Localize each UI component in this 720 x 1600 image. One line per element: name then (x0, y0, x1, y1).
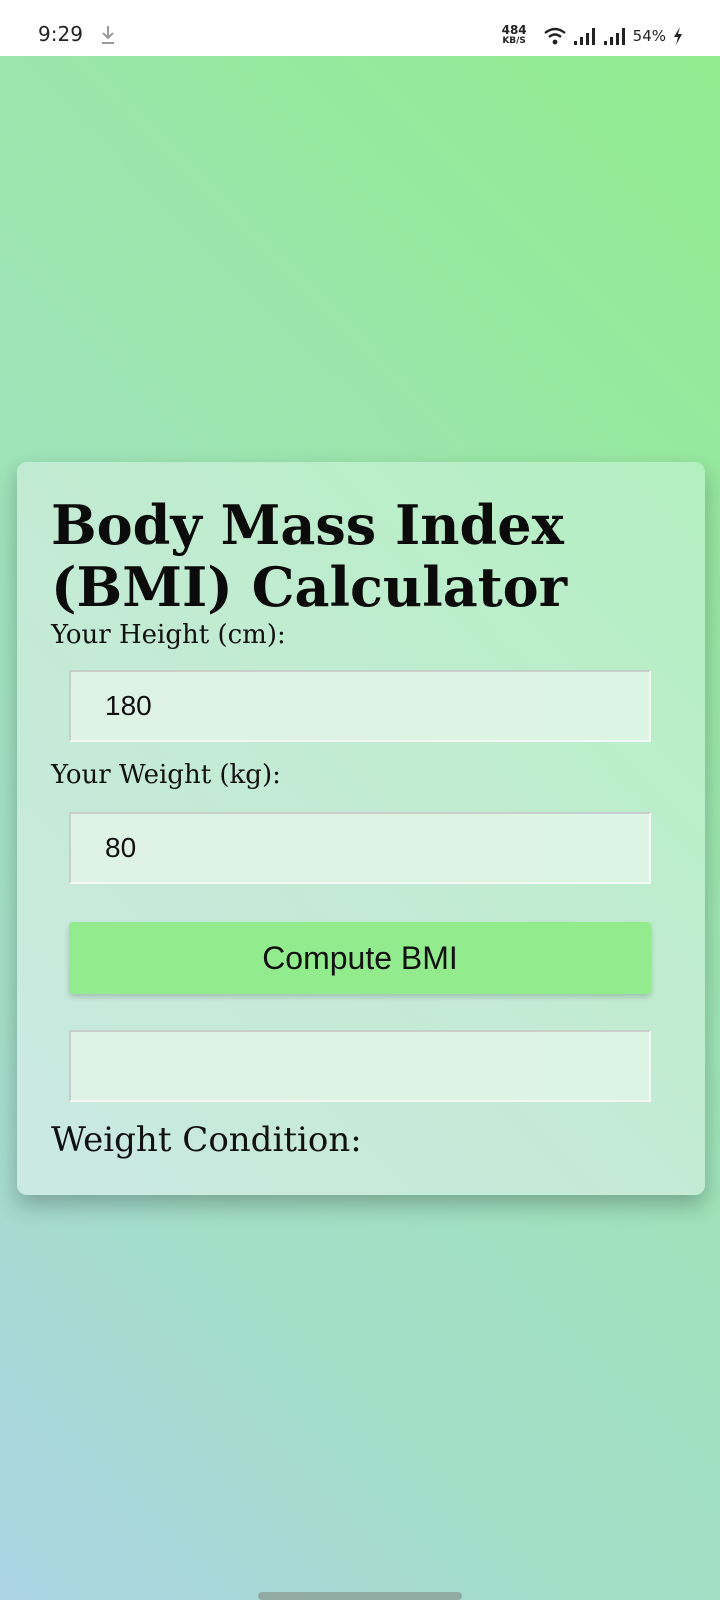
charging-icon (674, 27, 682, 45)
status-icons: 484 KB/S 54% (502, 22, 684, 50)
battery-level: 54% (632, 27, 666, 45)
height-input[interactable] (69, 670, 651, 742)
wifi-icon (543, 27, 566, 45)
status-time: 9:29 (38, 22, 83, 46)
weight-label: Your Weight (kg): (51, 760, 281, 790)
home-indicator[interactable] (258, 1592, 462, 1600)
network-speed: 484 KB/S (501, 23, 527, 47)
bmi-calculator-card: Body Mass Index (BMI) Calculator Your He… (17, 462, 705, 1195)
compute-bmi-button[interactable]: Compute BMI (69, 922, 651, 994)
status-bar: 9:29 484 KB/S 54% (0, 0, 720, 56)
weight-condition-label: Weight Condition: (51, 1120, 362, 1160)
network-speed-unit: KB/S (502, 36, 526, 46)
height-label: Your Height (cm): (51, 620, 286, 650)
bmi-result-field[interactable] (69, 1030, 651, 1102)
page-title: Body Mass Index (BMI) Calculator (51, 493, 568, 619)
signal-icon (573, 28, 595, 45)
network-speed-value: 484 (501, 23, 527, 37)
signal-icon (603, 28, 625, 45)
download-icon (102, 26, 114, 44)
weight-input[interactable] (69, 812, 651, 884)
